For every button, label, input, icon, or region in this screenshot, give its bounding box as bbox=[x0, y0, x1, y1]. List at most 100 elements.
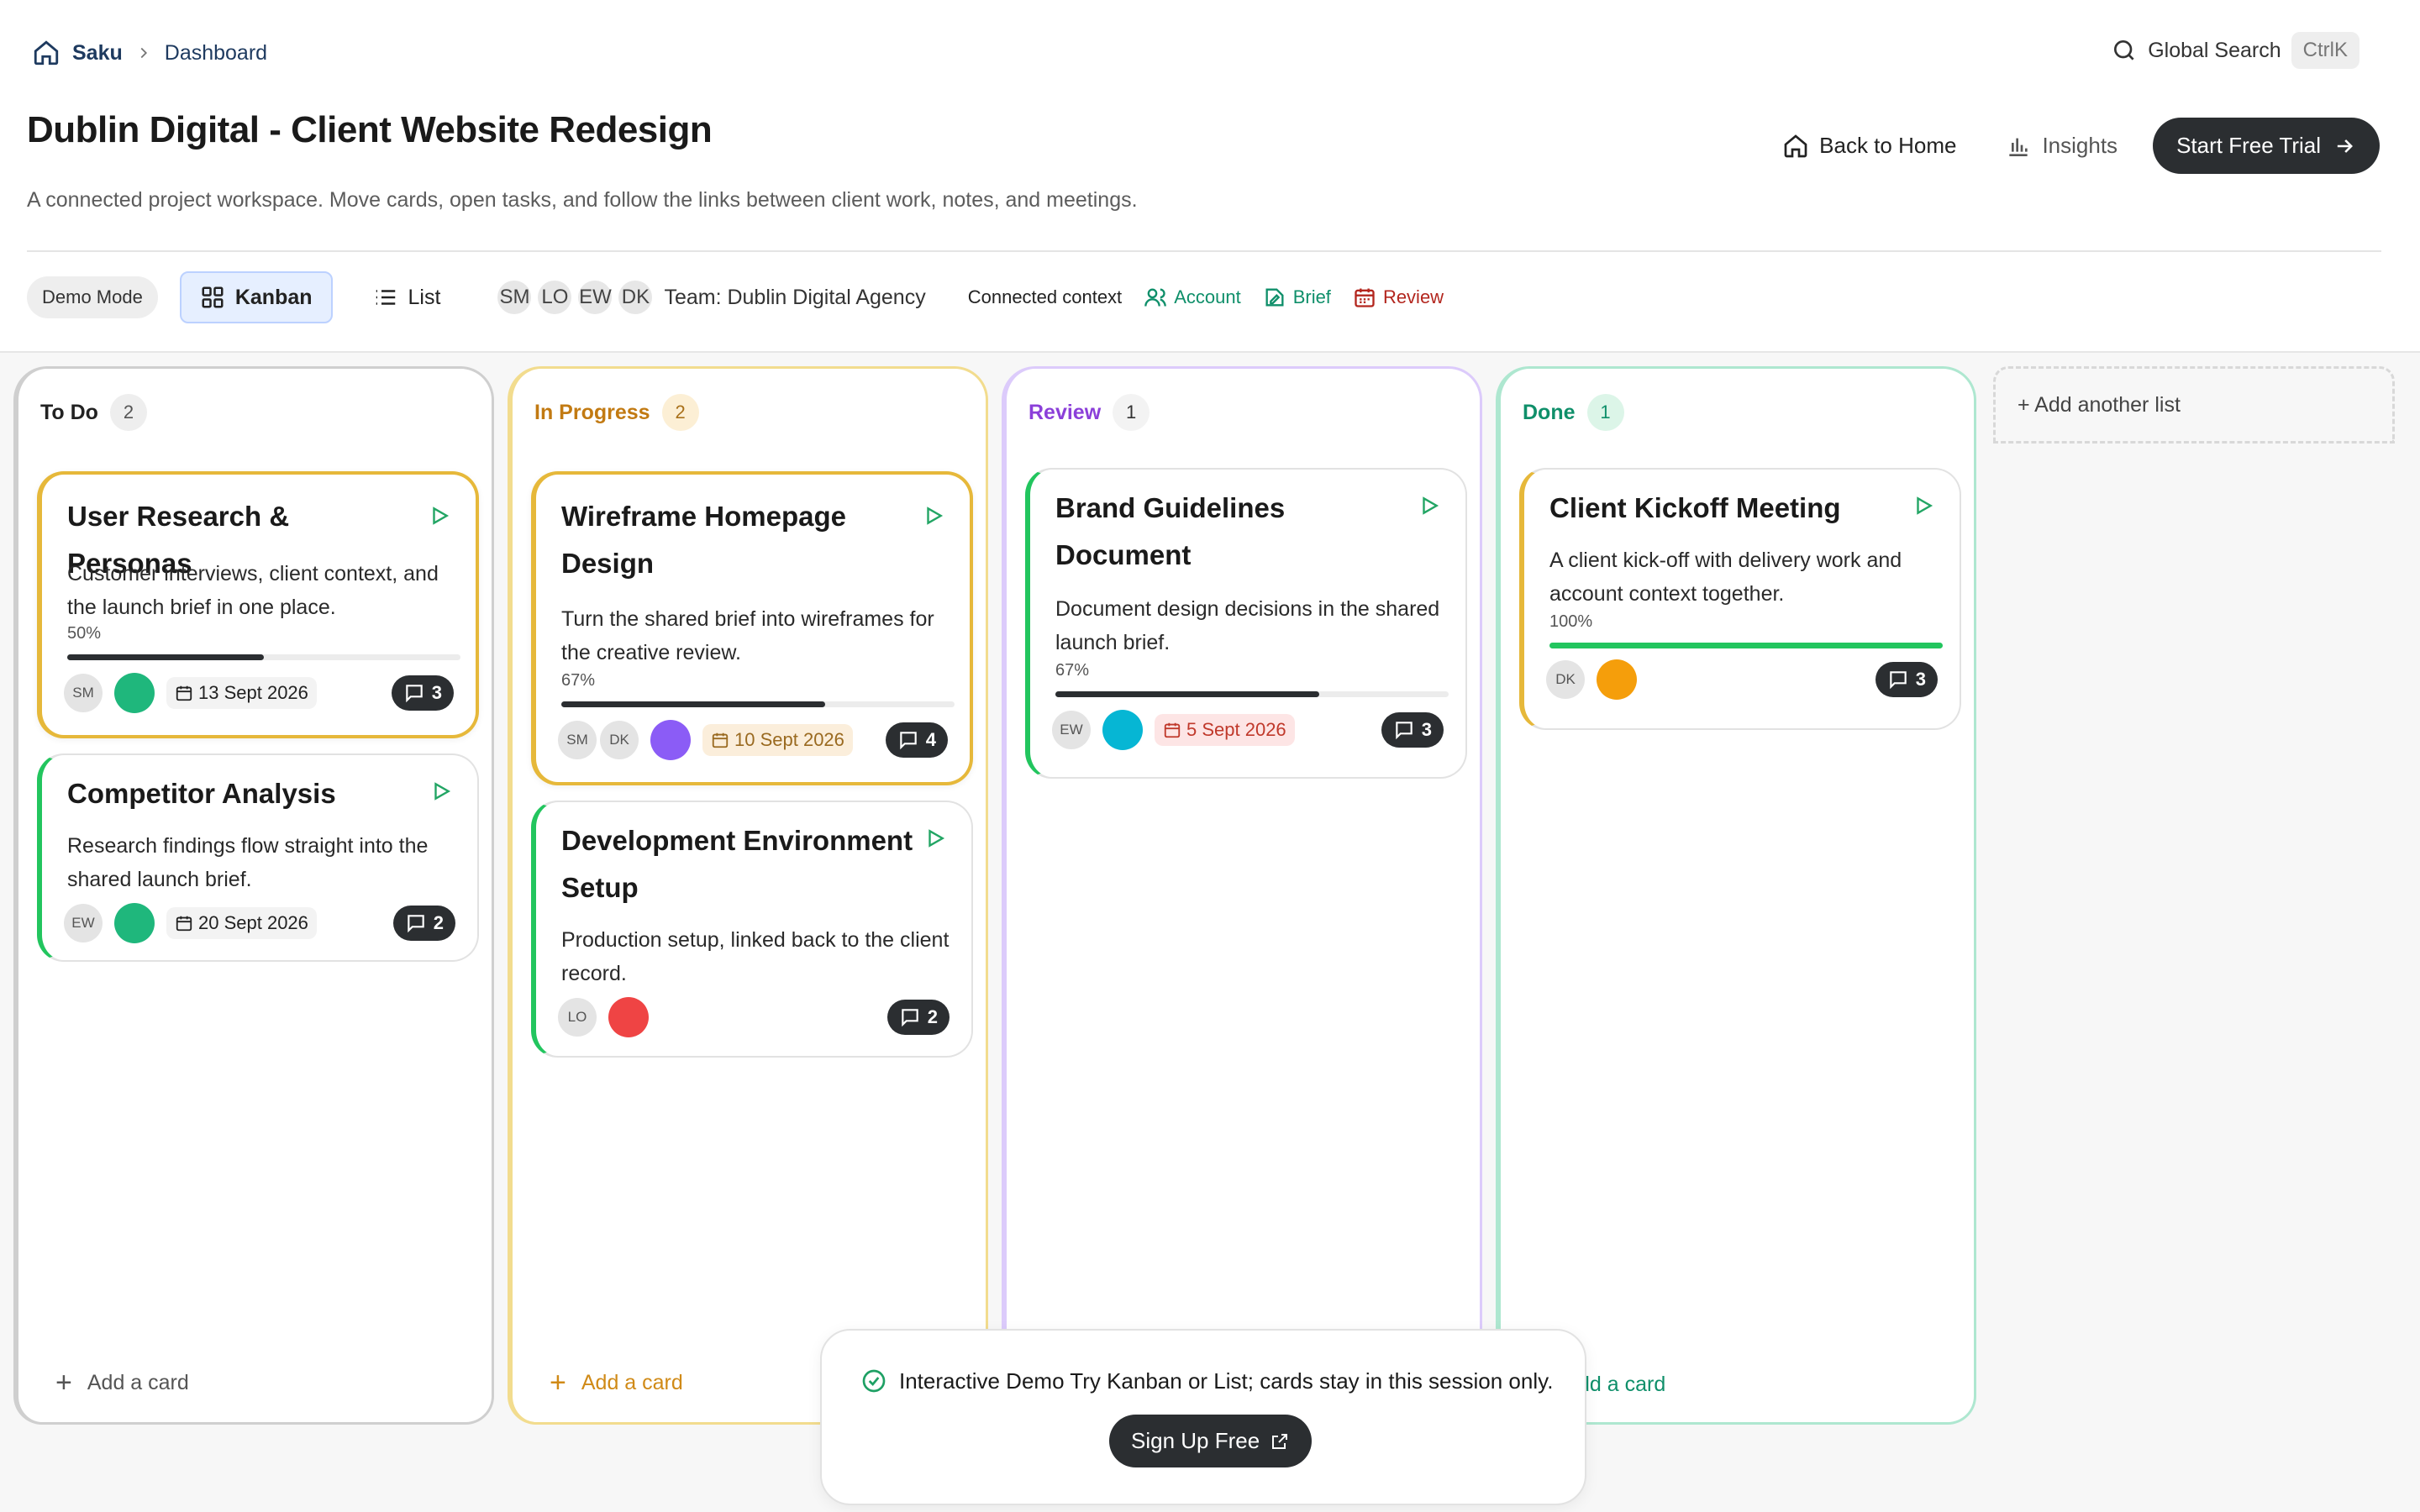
avatar: SM bbox=[497, 281, 532, 314]
context-review-link[interactable]: Review bbox=[1353, 286, 1444, 309]
assignee-avatar: DK bbox=[600, 721, 639, 759]
comment-icon bbox=[408, 915, 424, 933]
app-root: Saku Dashboard Global Search CtrlK Dubli… bbox=[0, 0, 2420, 1512]
add-list-button[interactable]: + Add another list bbox=[1993, 366, 2395, 444]
page-subtitle: A connected project workspace. Move card… bbox=[27, 188, 1138, 212]
global-search-label: Global Search bbox=[2148, 38, 2281, 62]
task-card[interactable]: Development Environment Setup Production… bbox=[531, 801, 973, 1058]
play-icon[interactable] bbox=[923, 505, 944, 527]
connected-context-label: Connected context bbox=[967, 286, 1123, 307]
external-link-icon bbox=[1272, 1433, 1288, 1449]
avatar: EW bbox=[578, 281, 613, 314]
tab-kanban[interactable]: Kanban bbox=[179, 271, 333, 323]
column-header[interactable]: To Do 2 bbox=[40, 394, 147, 431]
due-date-label: 10 Sept 2026 bbox=[734, 729, 844, 750]
search-shortcut-badge: CtrlK bbox=[2291, 32, 2360, 69]
due-date: 5 Sept 2026 bbox=[1155, 714, 1295, 746]
progress-label: 67% bbox=[561, 671, 596, 690]
progress-fill bbox=[67, 654, 264, 660]
calendar-icon bbox=[1355, 288, 1375, 307]
column-count-badge: 2 bbox=[661, 394, 699, 431]
task-card[interactable]: Competitor Analysis Research findings fl… bbox=[37, 753, 479, 962]
comment-count: 3 bbox=[431, 682, 442, 703]
card-description: Document design decisions in the shared … bbox=[1055, 597, 1440, 654]
comment-icon bbox=[406, 685, 423, 703]
insights-button[interactable]: Insights bbox=[1991, 123, 2131, 170]
demo-notice-message: Interactive Demo Try Kanban or List; car… bbox=[899, 1368, 1554, 1394]
card-title: Brand Guidelines Document bbox=[1055, 492, 1286, 570]
due-date: 13 Sept 2026 bbox=[166, 677, 317, 709]
status-dot bbox=[1597, 659, 1637, 700]
page-header: Saku Dashboard Global Search CtrlK Dubli… bbox=[0, 0, 2420, 353]
column-header[interactable]: Done 1 bbox=[1523, 394, 1624, 431]
card-footer: SM 13 Sept 2026 3 bbox=[64, 673, 454, 713]
column-title: To Do bbox=[40, 400, 98, 424]
column-count-badge: 1 bbox=[1113, 394, 1150, 431]
column-count-badge: 2 bbox=[109, 394, 147, 431]
progress-fill bbox=[1055, 691, 1319, 697]
comment-icon bbox=[902, 1009, 918, 1027]
tab-list[interactable]: List bbox=[355, 273, 460, 322]
due-date-label: 13 Sept 2026 bbox=[198, 682, 308, 703]
task-card[interactable]: Client Kickoff Meeting A client kick-off… bbox=[1519, 468, 1961, 730]
file-edit-icon bbox=[1265, 288, 1284, 307]
add-card-label: Add a card bbox=[87, 1370, 189, 1394]
sign-up-free-button[interactable]: Sign Up Free bbox=[1109, 1415, 1313, 1467]
progress-label: 50% bbox=[67, 624, 102, 643]
demo-mode-badge: Demo Mode bbox=[27, 276, 158, 318]
comments-button[interactable]: 2 bbox=[886, 1000, 950, 1035]
play-icon[interactable] bbox=[1418, 495, 1440, 517]
calendar-icon bbox=[176, 916, 192, 932]
context-brief-link[interactable]: Brief bbox=[1263, 286, 1331, 309]
add-card-button[interactable]: + Add a card bbox=[55, 1368, 189, 1397]
global-search[interactable]: Global Search CtrlK bbox=[2111, 32, 2360, 69]
breadcrumb-brand[interactable]: Saku bbox=[72, 41, 123, 66]
card-title: Wireframe Homepage Design bbox=[561, 501, 846, 579]
play-icon[interactable] bbox=[430, 780, 452, 802]
card-title: Competitor Analysis bbox=[67, 778, 336, 809]
play-icon[interactable] bbox=[1912, 495, 1934, 517]
home-icon[interactable] bbox=[32, 39, 60, 67]
comments-button[interactable]: 3 bbox=[1381, 712, 1444, 748]
assignee-avatar: EW bbox=[1052, 711, 1091, 749]
comments-button[interactable]: 2 bbox=[392, 906, 455, 941]
comments-button[interactable]: 3 bbox=[1875, 662, 1938, 697]
status-dot bbox=[608, 997, 649, 1037]
progress-label: 67% bbox=[1055, 661, 1090, 680]
tab-kanban-label: Kanban bbox=[234, 285, 313, 309]
assignee-avatar: SM bbox=[558, 721, 597, 759]
context-brief-label: Brief bbox=[1292, 286, 1331, 307]
comments-button[interactable]: 3 bbox=[391, 675, 454, 711]
task-card[interactable]: Brand Guidelines Document Document desig… bbox=[1025, 468, 1467, 779]
add-card-button[interactable]: dd a card bbox=[1578, 1373, 1665, 1397]
add-card-button[interactable]: + Add a card bbox=[550, 1368, 683, 1397]
progress-bar bbox=[67, 654, 460, 660]
chevron-right-icon bbox=[140, 47, 147, 59]
breadcrumb-current[interactable]: Dashboard bbox=[165, 41, 267, 66]
task-card[interactable]: Wireframe Homepage Design Turn the share… bbox=[531, 471, 973, 785]
users-icon bbox=[1144, 288, 1167, 307]
page-title: Dublin Digital - Client Website Redesign bbox=[27, 109, 713, 150]
grid-icon bbox=[202, 286, 224, 308]
column-header[interactable]: In Progress 2 bbox=[534, 394, 699, 431]
progress-bar bbox=[1055, 691, 1449, 697]
column-title: Review bbox=[1028, 400, 1102, 424]
play-icon[interactable] bbox=[924, 827, 946, 849]
context-review-label: Review bbox=[1382, 286, 1444, 307]
due-date: 10 Sept 2026 bbox=[702, 724, 853, 756]
card-description: Turn the shared brief into wireframes fo… bbox=[561, 607, 934, 664]
card-footer: DK 3 bbox=[1546, 659, 1938, 700]
team-members[interactable]: SM LO EW DK Team: Dublin Digital Agency bbox=[497, 281, 926, 314]
column-in-progress: In Progress 2 Wireframe Homepage Design … bbox=[508, 366, 988, 1425]
start-free-trial-button[interactable]: Start Free Trial bbox=[2153, 118, 2380, 174]
column-title: In Progress bbox=[534, 400, 650, 424]
status-dot bbox=[1102, 710, 1143, 750]
back-to-home-button[interactable]: Back to Home bbox=[1769, 123, 1970, 170]
column-done: Done 1 Client Kickoff Meeting A client k… bbox=[1496, 366, 1976, 1425]
plus-icon: + bbox=[550, 1367, 566, 1399]
context-account-link[interactable]: Account bbox=[1144, 286, 1241, 309]
play-icon[interactable] bbox=[429, 505, 450, 527]
task-card[interactable]: User Research & Personas Customer interv… bbox=[37, 471, 479, 738]
column-header[interactable]: Review 1 bbox=[1028, 394, 1150, 431]
comments-button[interactable]: 4 bbox=[885, 722, 948, 758]
